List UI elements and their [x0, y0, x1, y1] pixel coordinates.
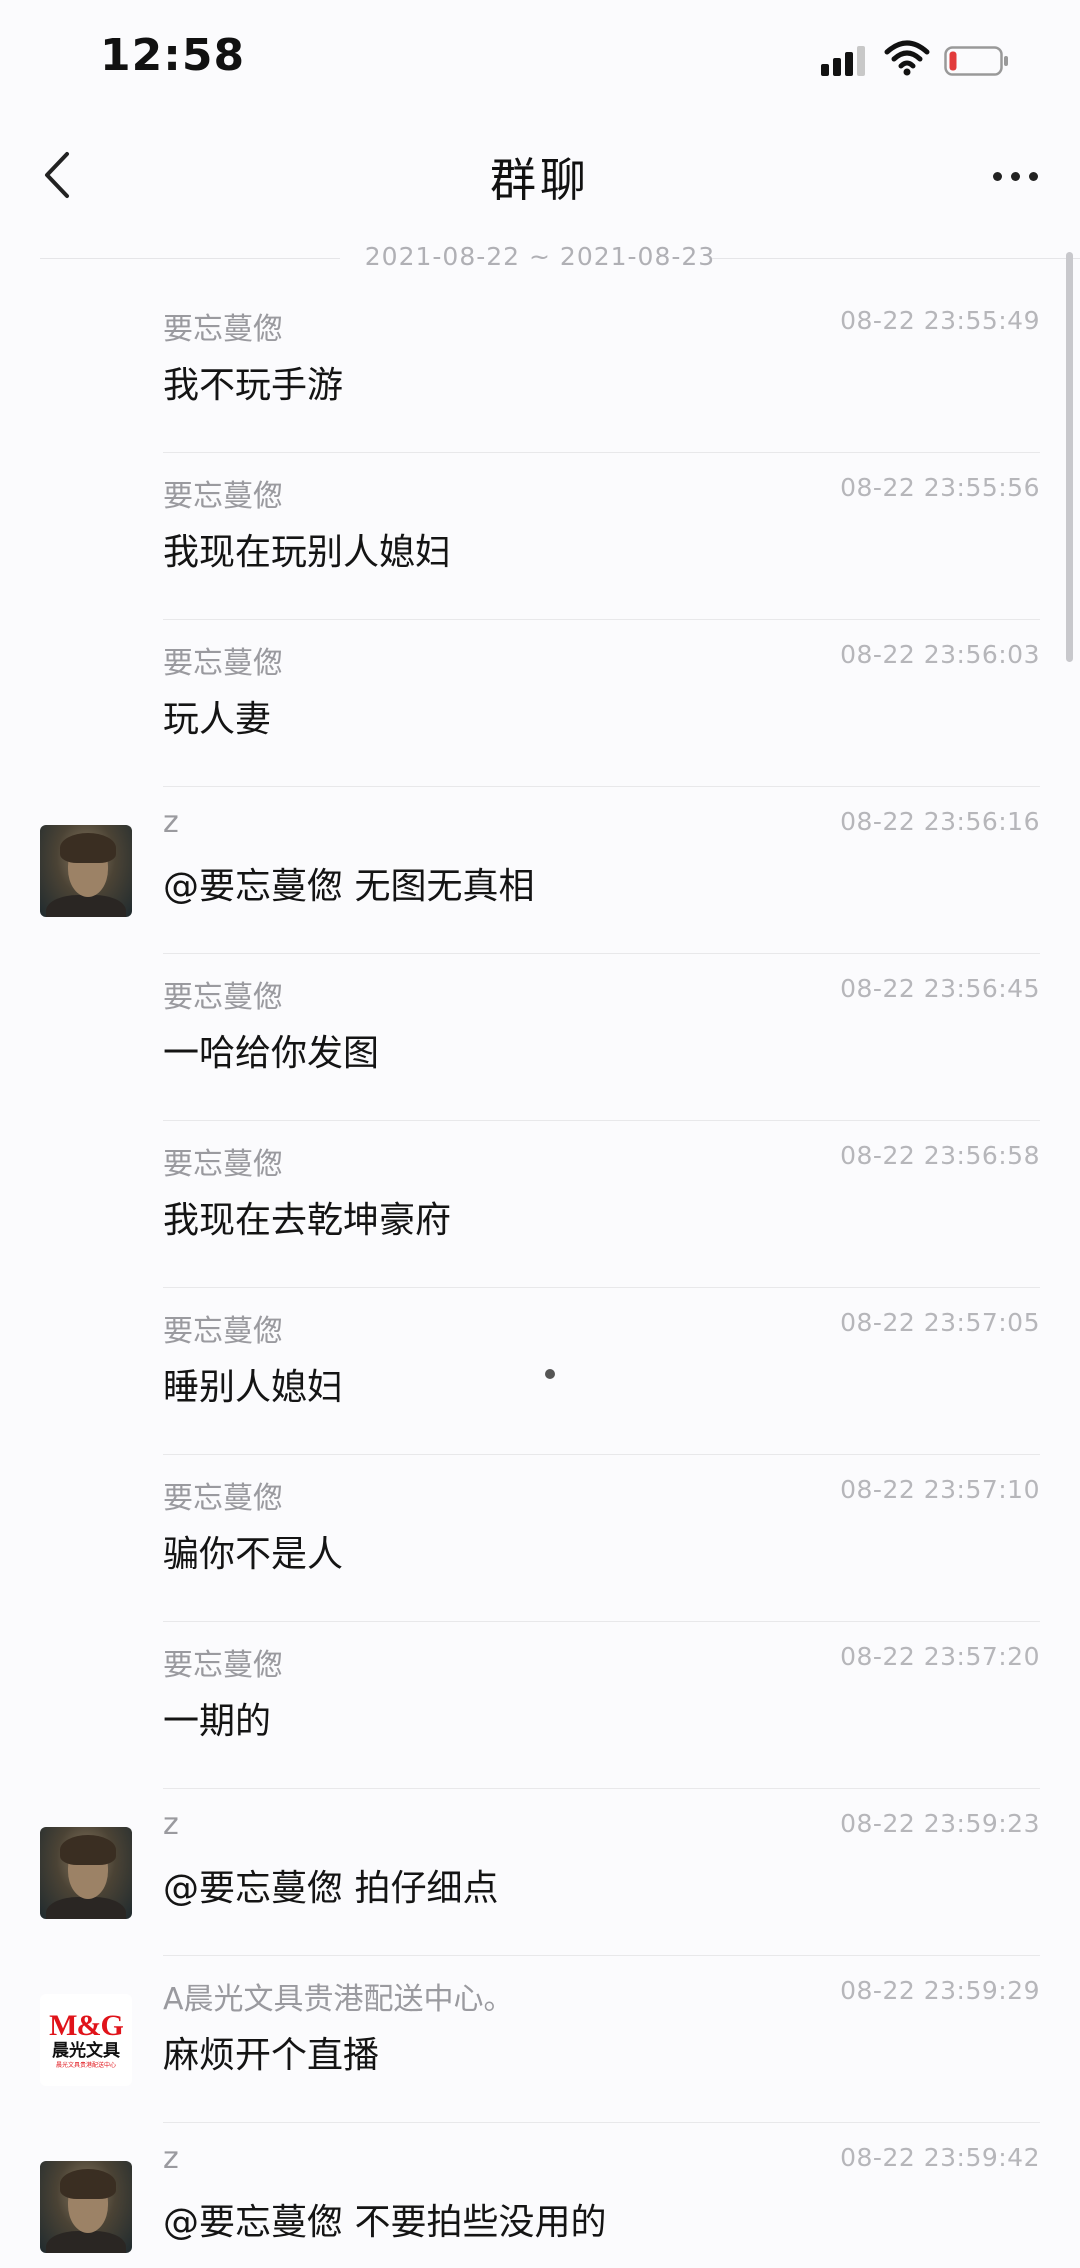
brand-name: 晨光文具: [52, 2041, 120, 2062]
avatar[interactable]: [40, 2161, 132, 2253]
message-text[interactable]: 睡别人媳妇: [163, 1358, 343, 1410]
brand-subtitle: 晨光文具贵港配送中心: [55, 2061, 116, 2069]
message-timestamp: 08-22 23:55:49: [840, 306, 1040, 335]
message-item[interactable]: 要忘蔓偬 08-22 23:56:03 玩人妻: [0, 620, 1080, 787]
message-item[interactable]: 要忘蔓偬 08-22 23:57:10 骗你不是人: [0, 1455, 1080, 1622]
avatar[interactable]: [40, 1827, 132, 1919]
page-title: 群聊: [490, 153, 590, 207]
message-timestamp: 08-22 23:57:20: [840, 1642, 1040, 1671]
more-dots-icon: [992, 171, 1002, 181]
message-list[interactable]: 要忘蔓偬 08-22 23:55:49 我不玩手游 要忘蔓偬 08-22 23:…: [0, 286, 1080, 2268]
message-text[interactable]: 我不玩手游: [163, 356, 343, 408]
message-sender[interactable]: z: [163, 2141, 179, 2176]
message-text[interactable]: @要忘蔓偬 无图无真相: [163, 857, 534, 909]
wifi-icon: [884, 40, 930, 76]
status-time: 12:58: [100, 30, 246, 81]
message-sender[interactable]: 要忘蔓偬: [163, 1640, 283, 1684]
avatar[interactable]: M&G 晨光文具 晨光文具贵港配送中心: [40, 1994, 132, 2086]
message-timestamp: 08-22 23:59:42: [840, 2143, 1040, 2172]
message-sender[interactable]: 要忘蔓偬: [163, 1139, 283, 1183]
message-item[interactable]: 要忘蔓偬 08-22 23:56:45 一哈给你发图: [0, 954, 1080, 1121]
message-timestamp: 08-22 23:57:10: [840, 1475, 1040, 1504]
signal-icon: [821, 46, 865, 76]
message-sender[interactable]: z: [163, 1807, 179, 1842]
message-item[interactable]: z 08-22 23:59:42 @要忘蔓偬 不要拍些没用的: [0, 2123, 1080, 2268]
message-item[interactable]: z 08-22 23:56:16 @要忘蔓偬 无图无真相: [0, 787, 1080, 954]
message-sender[interactable]: A晨光文具贵港配送中心。: [163, 1974, 514, 2018]
date-range-label: 2021-08-22 ~ 2021-08-23: [364, 242, 716, 271]
message-item[interactable]: 要忘蔓偬 08-22 23:57:20 一期的: [0, 1622, 1080, 1789]
message-sender[interactable]: z: [163, 805, 179, 840]
message-text[interactable]: 麻烦开个直播: [163, 2026, 379, 2078]
divider: [712, 258, 1080, 259]
message-text[interactable]: 骗你不是人: [163, 1525, 343, 1577]
message-item[interactable]: 要忘蔓偬 08-22 23:56:58 我现在去乾坤豪府: [0, 1121, 1080, 1288]
status-bar: 12:58: [0, 0, 1080, 120]
nav-bar: 群聊: [0, 120, 1080, 230]
message-item[interactable]: z 08-22 23:59:23 @要忘蔓偬 拍仔细点: [0, 1789, 1080, 1956]
message-text[interactable]: 一期的: [163, 1692, 271, 1744]
message-text[interactable]: @要忘蔓偬 不要拍些没用的: [163, 2193, 606, 2245]
message-timestamp: 08-22 23:56:03: [840, 640, 1040, 669]
message-item[interactable]: 要忘蔓偬 08-22 23:57:05 睡别人媳妇: [0, 1288, 1080, 1455]
message-sender[interactable]: 要忘蔓偬: [163, 1473, 283, 1517]
date-range-header: 2021-08-22 ~ 2021-08-23: [40, 240, 1080, 276]
message-item[interactable]: 要忘蔓偬 08-22 23:55:56 我现在玩别人媳妇: [0, 453, 1080, 620]
battery-low-icon: [944, 46, 1008, 76]
message-text[interactable]: 我现在去乾坤豪府: [163, 1191, 451, 1243]
message-text[interactable]: @要忘蔓偬 拍仔细点: [163, 1859, 498, 1911]
message-text[interactable]: 一哈给你发图: [163, 1024, 379, 1076]
message-timestamp: 08-22 23:59:23: [840, 1809, 1040, 1838]
more-button[interactable]: [980, 148, 1050, 204]
message-sender[interactable]: 要忘蔓偬: [163, 304, 283, 348]
brand-logo: M&G: [49, 2009, 124, 2043]
message-timestamp: 08-22 23:59:29: [840, 1976, 1040, 2005]
message-text[interactable]: 玩人妻: [163, 690, 271, 742]
message-timestamp: 08-22 23:57:05: [840, 1308, 1040, 1337]
message-timestamp: 08-22 23:56:16: [840, 807, 1040, 836]
message-sender[interactable]: 要忘蔓偬: [163, 638, 283, 682]
message-sender[interactable]: 要忘蔓偬: [163, 1306, 283, 1350]
message-text[interactable]: 我现在玩别人媳妇: [163, 523, 451, 575]
message-timestamp: 08-22 23:56:45: [840, 974, 1040, 1003]
message-sender[interactable]: 要忘蔓偬: [163, 972, 283, 1016]
message-timestamp: 08-22 23:56:58: [840, 1141, 1040, 1170]
message-sender[interactable]: 要忘蔓偬: [163, 471, 283, 515]
message-item[interactable]: 要忘蔓偬 08-22 23:55:49 我不玩手游: [0, 286, 1080, 453]
touch-indicator: [545, 1369, 555, 1379]
message-timestamp: 08-22 23:55:56: [840, 473, 1040, 502]
avatar[interactable]: [40, 825, 132, 917]
message-item[interactable]: A晨光文具贵港配送中心。 08-22 23:59:29 麻烦开个直播 M&G 晨光…: [0, 1956, 1080, 2123]
